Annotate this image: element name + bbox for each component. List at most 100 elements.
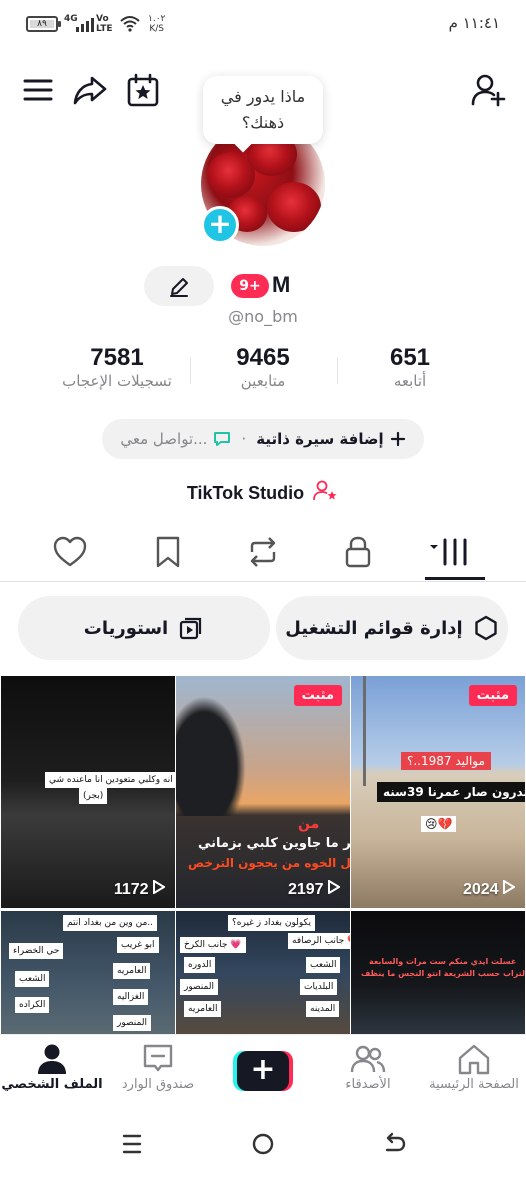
area-tag: الغزاليه <box>113 989 149 1005</box>
stories-label: استوريات <box>83 617 169 639</box>
pinned-badge: مثبت <box>293 685 342 706</box>
play-icon <box>328 879 341 895</box>
view-count: 1172 <box>114 879 166 899</box>
battery-icon: ٨٩ <box>26 16 61 32</box>
volte-label: Vo LTE <box>96 14 113 34</box>
add-friend-icon[interactable] <box>470 72 506 108</box>
pen-icon <box>170 278 188 297</box>
video-caption: غسلت ايدي منكم ست مرات والسابعة <box>369 957 517 966</box>
video-thumbnail[interactable]: غسلت ايدي منكم ست مرات والسابعة بالتراب … <box>351 911 525 1035</box>
video-thumbnail[interactable]: من وين من بغداد انتم.. ابو غريب حي الخضر… <box>1 911 175 1035</box>
playlists-label: إدارة قوائم التشغيل <box>285 617 463 639</box>
friends-icon <box>350 1045 386 1073</box>
recent-apps-icon[interactable] <box>118 1130 146 1158</box>
nav-home[interactable]: الصفحة الرئيسية <box>422 1041 526 1092</box>
video-thumbnail[interactable]: يكولون بغداد ز غيره؟ جانب الرصافه ❤️ جان… <box>176 911 350 1035</box>
video-caption: (بجر) <box>79 788 108 804</box>
wifi-icon <box>120 16 140 32</box>
studio-label: TikTok Studio <box>186 483 305 503</box>
lock-icon[interactable] <box>340 534 376 570</box>
nav-friends-label: الأصدقاء <box>345 1077 391 1092</box>
status-bubble[interactable]: ماذا يدور في ذهنك؟ <box>203 76 323 144</box>
video-thumbnail[interactable]: مثبت من كثر ما جاوين كلبي بزماني عل الخو… <box>176 676 350 908</box>
video-caption: تدرون صار عمرنا 39سنه <box>377 782 525 802</box>
bio-bar[interactable]: تواصل معي... · إضافة سيرة ذاتية <box>102 419 424 459</box>
home-icon <box>458 1044 490 1075</box>
nav-profile-label: الملف الشخصي <box>1 1077 103 1092</box>
area-tag: ابو غريب <box>117 937 159 953</box>
network-speed: ١.٠٢ K/S <box>148 14 166 34</box>
area-tag: الدوره <box>184 957 216 973</box>
video-thumbnail[interactable]: انه وكلبي متعودين انا ماعنده شي (بجر) 11… <box>1 676 175 908</box>
area-tag: حي الخضراء <box>9 943 64 959</box>
notification-badge[interactable]: 9+ <box>231 274 269 298</box>
divider <box>190 358 191 384</box>
video-caption: يكولون بغداد ز غيره؟ <box>228 915 316 931</box>
area-tag: العامريه <box>113 963 151 979</box>
tiktok-studio-link[interactable]: TikTok Studio <box>0 480 526 504</box>
following-count: 651 <box>389 344 431 371</box>
system-nav <box>0 1110 526 1178</box>
status-bar: ٨٩ 4G Vo LTE ١.٠٢ K/S ١١:٤١ م <box>0 0 526 52</box>
video-caption: بالتراب حسب الشريعة انتو النجس ما ينظف <box>361 969 525 978</box>
followers-count: 9465 <box>236 344 290 371</box>
manage-playlists-button[interactable]: إدارة قوائم التشغيل <box>276 596 508 660</box>
add-story-button[interactable]: + <box>201 206 239 244</box>
contact-text: تواصل معي... <box>120 430 208 448</box>
separator-dot: · <box>241 430 247 448</box>
area-tag: جانب الكرخ 💗 <box>180 937 246 953</box>
add-bio-text[interactable]: إضافة سيرة ذاتية <box>256 430 383 448</box>
video-caption: مواليد 1987..؟ <box>401 752 491 770</box>
profile-tabs <box>0 526 526 582</box>
person-icon <box>38 1044 66 1074</box>
likes-stat[interactable]: 7581 تسجيلات الإعجاب <box>50 344 184 390</box>
back-icon[interactable] <box>380 1130 408 1158</box>
video-caption: من <box>298 816 320 832</box>
bookmark-icon[interactable] <box>150 534 186 570</box>
area-tag: الكراده <box>15 997 50 1013</box>
video-thumbnail[interactable]: مثبت مواليد 1987..؟ تدرون صار عمرنا 39سن… <box>351 676 525 908</box>
chat-icon <box>214 432 231 446</box>
video-caption: عل الخوه من يحجون الترخص <box>188 856 350 870</box>
video-emoji: 😢💔 <box>421 816 457 832</box>
active-tab-indicator <box>425 577 485 580</box>
view-count: 2024 <box>463 879 516 899</box>
heart-icon[interactable] <box>52 534 88 570</box>
plus-icon <box>390 431 405 447</box>
area-tag: المنصور <box>180 979 218 995</box>
area-tag: الشعب <box>306 957 341 973</box>
video-caption: كثر ما جاوين كلبي بزماني <box>198 836 350 851</box>
share-icon[interactable] <box>72 72 108 108</box>
following-stat[interactable]: 651 أتابعه <box>372 344 448 390</box>
nav-friends[interactable]: الأصدقاء <box>316 1041 420 1092</box>
likes-count: 7581 <box>90 344 144 371</box>
calendar-star-icon[interactable] <box>125 72 161 108</box>
followers-stat[interactable]: 9465 متابعين <box>213 344 313 390</box>
signal-icon <box>76 16 94 32</box>
inbox-icon <box>143 1044 173 1072</box>
nav-home-label: الصفحة الرئيسية <box>429 1077 519 1092</box>
following-label: أتابعه <box>393 372 427 390</box>
bubble-line-1: ماذا يدور في <box>220 87 306 106</box>
play-icon <box>503 879 516 895</box>
battery-level: ٨٩ <box>30 20 54 29</box>
followers-label: متابعين <box>240 372 286 390</box>
repost-icon[interactable] <box>245 534 281 570</box>
pinned-badge: مثبت <box>468 685 517 706</box>
edit-profile-button[interactable] <box>144 266 214 306</box>
video-caption: من وين من بغداد انتم.. <box>63 915 158 931</box>
grid-icon[interactable] <box>428 534 472 570</box>
video-caption: انه وكلبي متعودين انا ماعنده شي <box>45 772 175 788</box>
create-button[interactable]: + <box>233 1051 293 1091</box>
home-button-icon[interactable] <box>249 1130 277 1158</box>
area-tag: المدينه <box>306 1001 340 1017</box>
nav-profile[interactable]: الملف الشخصي <box>0 1041 104 1092</box>
area-tag: البلديات <box>300 979 338 995</box>
menu-icon[interactable] <box>20 72 56 108</box>
stories-button[interactable]: استوريات <box>18 596 270 660</box>
nav-inbox[interactable]: صندوق الوارد <box>106 1041 210 1092</box>
plus-icon: + <box>237 1051 289 1091</box>
area-tag: الشعب <box>15 971 50 987</box>
play-icon <box>153 879 166 895</box>
clock: ١١:٤١ م <box>448 14 500 32</box>
